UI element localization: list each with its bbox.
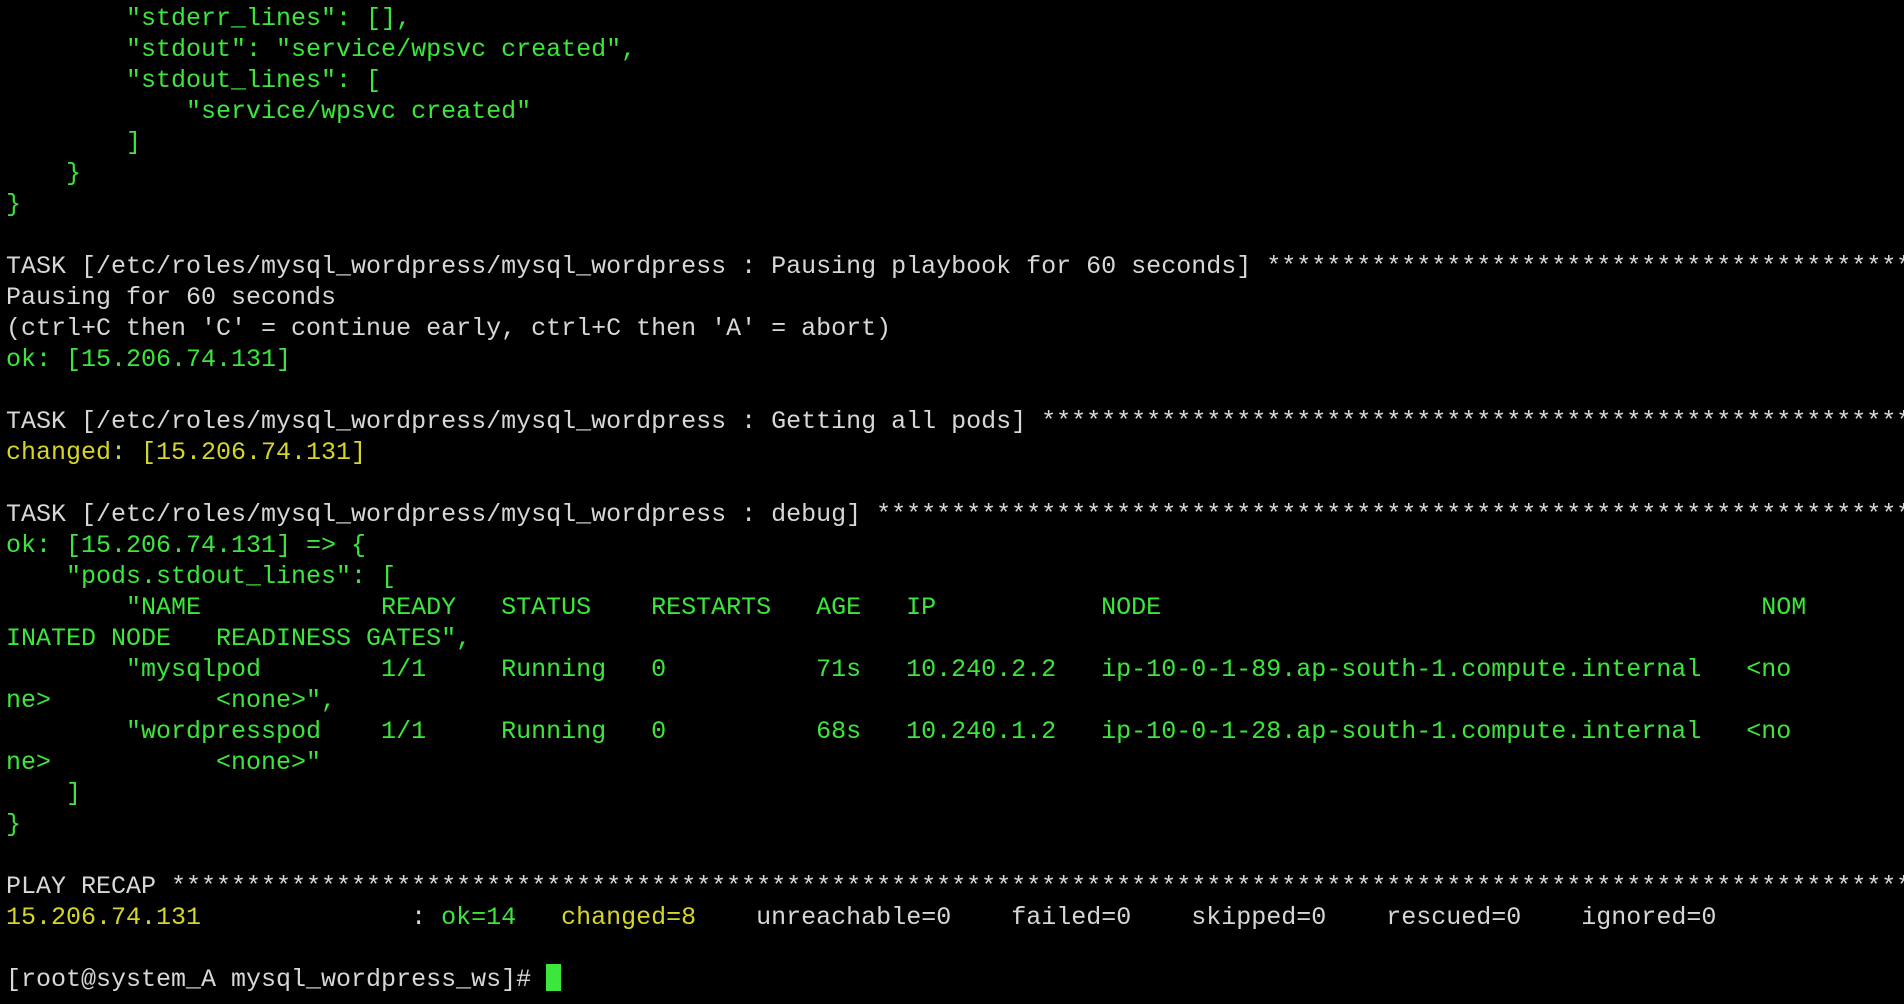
- terminal-text: ]: [6, 779, 82, 808]
- terminal-text: Pausing for 60 seconds: [6, 283, 337, 312]
- terminal-text: TASK [/etc/roles/mysql_wordpress/mysql_w…: [6, 500, 1904, 529]
- terminal-line: ]: [6, 778, 1904, 809]
- terminal-line: TASK [/etc/roles/mysql_wordpress/mysql_w…: [6, 499, 1904, 530]
- terminal-line: "service/wpsvc created": [6, 96, 1904, 127]
- terminal-text: changed: [15.206.74.131]: [6, 438, 367, 467]
- terminal-text: PLAY RECAP *****************************…: [6, 872, 1904, 901]
- terminal-line: "wordpresspod 1/1 Running 0 68s 10.240.1…: [6, 716, 1904, 747]
- terminal-text: ok=14: [441, 903, 517, 932]
- terminal-text: INATED NODE READINESS GATES",: [6, 624, 472, 653]
- terminal-text: ok: [15.206.74.131] => {: [6, 531, 367, 560]
- terminal-line: TASK [/etc/roles/mysql_wordpress/mysql_w…: [6, 251, 1904, 282]
- terminal-text: "stdout_lines": [: [6, 66, 382, 95]
- terminal-line: 15.206.74.131 : ok=14 changed=8 unreacha…: [6, 902, 1904, 933]
- terminal-text: "NAME READY STATUS RESTARTS AGE IP NODE …: [6, 593, 1807, 622]
- terminal-window[interactable]: "stderr_lines": [], "stdout": "service/w…: [0, 0, 1904, 1004]
- terminal-text: "pods.stdout_lines": [: [6, 562, 397, 591]
- terminal-line: "NAME READY STATUS RESTARTS AGE IP NODE …: [6, 592, 1904, 623]
- terminal-text: TASK [/etc/roles/mysql_wordpress/mysql_w…: [6, 252, 1904, 281]
- terminal-line: ne> <none>": [6, 747, 1904, 778]
- terminal-line: (ctrl+C then 'C' = continue early, ctrl+…: [6, 313, 1904, 344]
- terminal-line: Pausing for 60 seconds: [6, 282, 1904, 313]
- terminal-text: 15.206.74.131: [6, 903, 202, 932]
- terminal-line: }: [6, 158, 1904, 189]
- terminal-line: INATED NODE READINESS GATES",: [6, 623, 1904, 654]
- terminal-text: TASK [/etc/roles/mysql_wordpress/mysql_w…: [6, 407, 1904, 436]
- cursor-block[interactable]: [546, 964, 562, 992]
- terminal-text: ne> <none>",: [6, 686, 337, 715]
- terminal-text: [root@system_A mysql_wordpress_ws]#: [6, 965, 547, 994]
- terminal-line: }: [6, 809, 1904, 840]
- terminal-text: "service/wpsvc created": [6, 97, 532, 126]
- terminal-line: "stdout": "service/wpsvc created",: [6, 34, 1904, 65]
- terminal-line: "mysqlpod 1/1 Running 0 71s 10.240.2.2 i…: [6, 654, 1904, 685]
- terminal-text: unreachable=0 failed=0 skipped=0 rescued…: [696, 903, 1717, 932]
- terminal-text: "stderr_lines": [],: [6, 4, 412, 33]
- command-prompt: [root@system_A mysql_wordpress_ws]#: [6, 964, 1904, 995]
- terminal-line: ok: [15.206.74.131]: [6, 344, 1904, 375]
- terminal-text: }: [6, 190, 22, 219]
- terminal-text: ne> <none>": [6, 748, 322, 777]
- terminal-line: ]: [6, 127, 1904, 158]
- terminal-line: ne> <none>",: [6, 685, 1904, 716]
- terminal-text: :: [201, 903, 442, 932]
- terminal-line: PLAY RECAP *****************************…: [6, 871, 1904, 902]
- terminal-line: "pods.stdout_lines": [: [6, 561, 1904, 592]
- terminal-output: "stderr_lines": [], "stdout": "service/w…: [6, 3, 1904, 995]
- terminal-text: (ctrl+C then 'C' = continue early, ctrl+…: [6, 314, 892, 343]
- terminal-text: }: [6, 810, 22, 839]
- terminal-line: "stderr_lines": [],: [6, 3, 1904, 34]
- terminal-text: ok: [15.206.74.131]: [6, 345, 292, 374]
- terminal-text: "wordpresspod 1/1 Running 0 68s 10.240.1…: [6, 717, 1792, 746]
- terminal-line: "stdout_lines": [: [6, 65, 1904, 96]
- terminal-text: "stdout": "service/wpsvc created",: [6, 35, 637, 64]
- terminal-text: }: [6, 159, 82, 188]
- terminal-line: changed: [15.206.74.131]: [6, 437, 1904, 468]
- terminal-text: "mysqlpod 1/1 Running 0 71s 10.240.2.2 i…: [6, 655, 1792, 684]
- terminal-text: ]: [6, 128, 142, 157]
- terminal-line: ok: [15.206.74.131] => {: [6, 530, 1904, 561]
- terminal-line: }: [6, 189, 1904, 220]
- terminal-line: TASK [/etc/roles/mysql_wordpress/mysql_w…: [6, 406, 1904, 437]
- terminal-text: changed=8: [561, 903, 697, 932]
